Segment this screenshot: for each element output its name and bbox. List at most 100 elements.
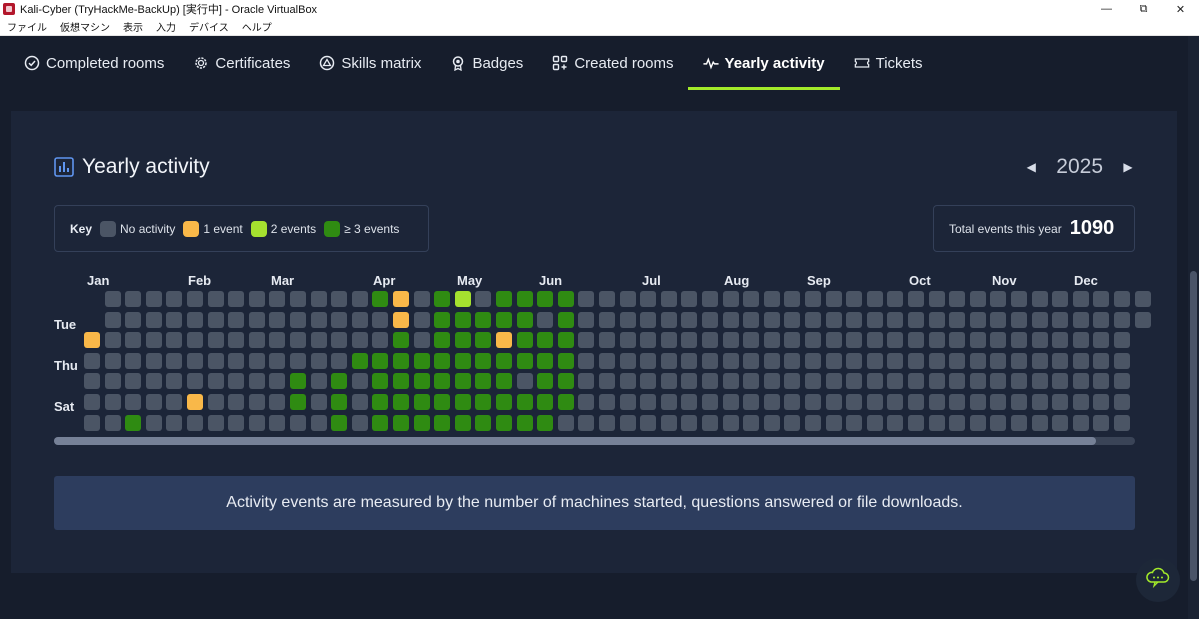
activity-cell[interactable] (846, 394, 862, 410)
activity-cell[interactable] (290, 373, 306, 389)
activity-cell[interactable] (929, 373, 945, 389)
activity-cell[interactable] (269, 394, 285, 410)
activity-cell[interactable] (990, 291, 1006, 307)
activity-cell[interactable] (84, 415, 100, 431)
activity-cell[interactable] (867, 353, 883, 369)
activity-cell[interactable] (826, 353, 842, 369)
activity-cell[interactable] (558, 394, 574, 410)
activity-cell[interactable] (311, 394, 327, 410)
next-year-button[interactable]: ▶ (1121, 160, 1135, 174)
activity-cell[interactable] (620, 332, 636, 348)
activity-cell[interactable] (166, 312, 182, 328)
activity-cell[interactable] (826, 291, 842, 307)
activity-cell[interactable] (929, 291, 945, 307)
activity-cell[interactable] (455, 394, 471, 410)
activity-cell[interactable] (743, 373, 759, 389)
activity-cell[interactable] (517, 373, 533, 389)
activity-cell[interactable] (599, 394, 615, 410)
activity-cell[interactable] (805, 291, 821, 307)
activity-cell[interactable] (990, 332, 1006, 348)
activity-cell[interactable] (1011, 415, 1027, 431)
activity-cell[interactable] (1114, 353, 1130, 369)
activity-cell[interactable] (496, 312, 512, 328)
activity-cell[interactable] (311, 332, 327, 348)
activity-cell[interactable] (1032, 291, 1048, 307)
activity-cell[interactable] (661, 394, 677, 410)
activity-cell[interactable] (455, 415, 471, 431)
activity-cell[interactable] (249, 332, 265, 348)
activity-cell[interactable] (517, 332, 533, 348)
activity-cell[interactable] (352, 394, 368, 410)
activity-cell[interactable] (1073, 312, 1089, 328)
menu-file[interactable]: ファイル (7, 19, 47, 34)
activity-cell[interactable] (311, 291, 327, 307)
activity-cell[interactable] (1032, 312, 1048, 328)
activity-cell[interactable] (331, 291, 347, 307)
activity-cell[interactable] (846, 373, 862, 389)
activity-cell[interactable] (105, 312, 121, 328)
activity-cell[interactable] (620, 373, 636, 389)
activity-cell[interactable] (578, 332, 594, 348)
activity-cell[interactable] (249, 373, 265, 389)
activity-cell[interactable] (208, 332, 224, 348)
activity-cell[interactable] (764, 291, 780, 307)
activity-cell[interactable] (908, 312, 924, 328)
activity-cell[interactable] (228, 394, 244, 410)
activity-cell[interactable] (702, 332, 718, 348)
activity-cell[interactable] (187, 312, 203, 328)
activity-cell[interactable] (269, 312, 285, 328)
activity-cell[interactable] (352, 415, 368, 431)
activity-cell[interactable] (887, 415, 903, 431)
activity-cell[interactable] (723, 415, 739, 431)
activity-cell[interactable] (990, 394, 1006, 410)
activity-cell[interactable] (496, 353, 512, 369)
activity-cell[interactable] (1073, 353, 1089, 369)
activity-cell[interactable] (1011, 332, 1027, 348)
activity-cell[interactable] (826, 332, 842, 348)
activity-cell[interactable] (290, 312, 306, 328)
activity-cell[interactable] (414, 332, 430, 348)
activity-cell[interactable] (970, 332, 986, 348)
activity-cell[interactable] (105, 394, 121, 410)
activity-cell[interactable] (1073, 291, 1089, 307)
activity-cell[interactable] (887, 332, 903, 348)
activity-cell[interactable] (393, 394, 409, 410)
activity-cell[interactable] (414, 394, 430, 410)
activity-cell[interactable] (208, 373, 224, 389)
activity-cell[interactable] (146, 415, 162, 431)
activity-cell[interactable] (640, 312, 656, 328)
activity-cell[interactable] (84, 394, 100, 410)
activity-cell[interactable] (764, 353, 780, 369)
activity-cell[interactable] (187, 415, 203, 431)
tab-yearly-activity[interactable]: Yearly activity (687, 36, 840, 90)
activity-cell[interactable] (578, 415, 594, 431)
restore-button[interactable]: ⧉ (1125, 0, 1162, 18)
activity-cell[interactable] (249, 291, 265, 307)
activity-cell[interactable] (166, 394, 182, 410)
activity-cell[interactable] (970, 415, 986, 431)
activity-cell[interactable] (125, 415, 141, 431)
activity-cell[interactable] (908, 415, 924, 431)
activity-cell[interactable] (702, 312, 718, 328)
activity-cell[interactable] (311, 415, 327, 431)
activity-cell[interactable] (681, 415, 697, 431)
activity-cell[interactable] (517, 394, 533, 410)
activity-cell[interactable] (105, 415, 121, 431)
activity-cell[interactable] (331, 373, 347, 389)
activity-cell[interactable] (537, 332, 553, 348)
activity-cell[interactable] (537, 291, 553, 307)
activity-cell[interactable] (578, 312, 594, 328)
activity-cell[interactable] (702, 353, 718, 369)
activity-cell[interactable] (290, 332, 306, 348)
activity-cell[interactable] (208, 415, 224, 431)
activity-cell[interactable] (475, 291, 491, 307)
activity-cell[interactable] (887, 373, 903, 389)
activity-cell[interactable] (867, 415, 883, 431)
activity-cell[interactable] (475, 353, 491, 369)
activity-cell[interactable] (578, 373, 594, 389)
activity-cell[interactable] (970, 312, 986, 328)
activity-cell[interactable] (702, 291, 718, 307)
activity-cell[interactable] (434, 353, 450, 369)
activity-cell[interactable] (455, 291, 471, 307)
activity-cell[interactable] (846, 332, 862, 348)
